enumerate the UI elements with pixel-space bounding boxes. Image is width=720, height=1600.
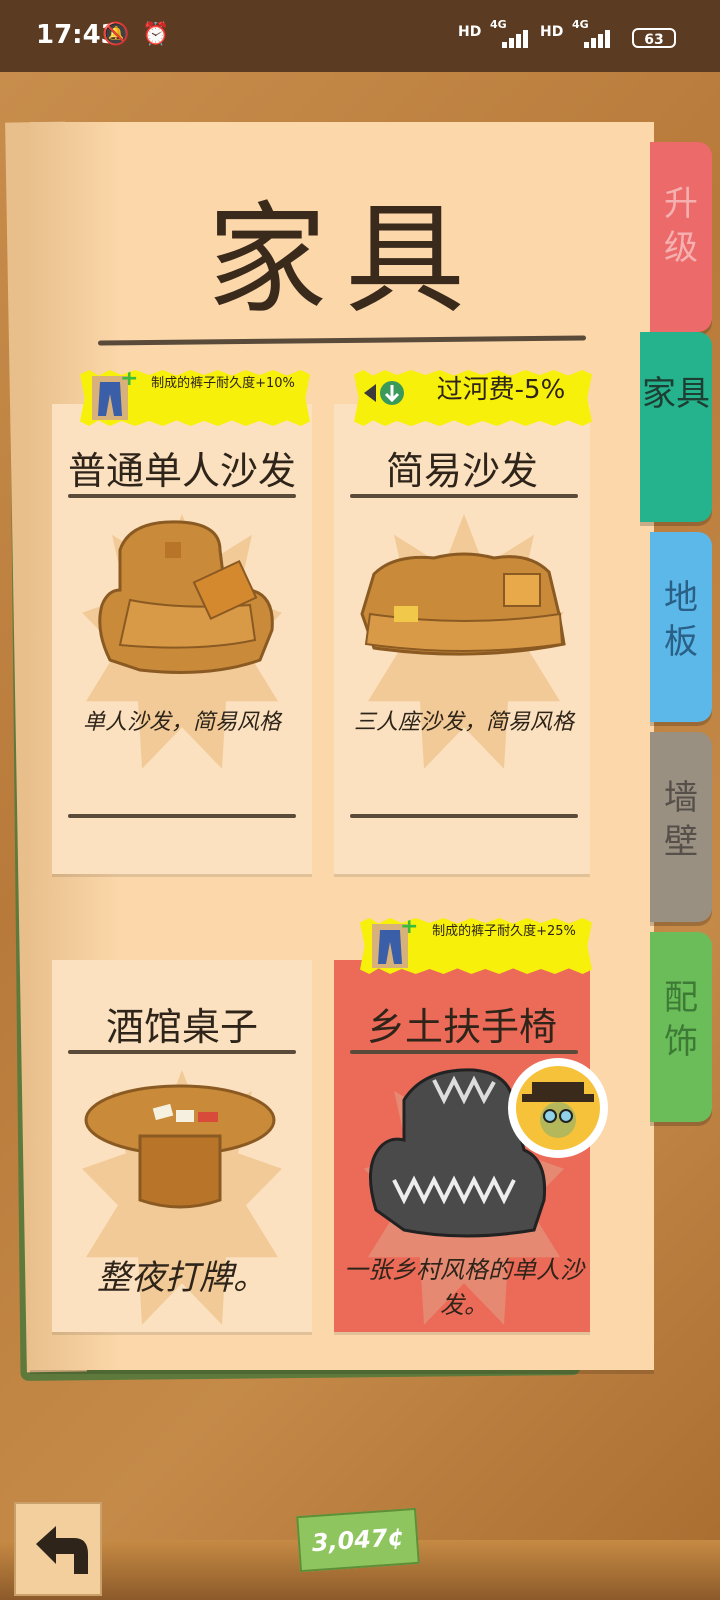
mute-icon: 🔕 — [102, 22, 130, 47]
armchair-image — [98, 520, 274, 674]
tab-label: 墙壁 — [664, 778, 698, 862]
badge-text: 制成的裤子耐久度+10% — [151, 376, 295, 391]
card-title: 乡土扶手椅 — [366, 1005, 557, 1049]
back-arrow-icon — [36, 1526, 88, 1574]
card-title-underline — [350, 1050, 578, 1054]
card-title-underline — [68, 1050, 296, 1054]
tab-decor[interactable]: 配饰 — [650, 932, 712, 1122]
tab-label: 地板 — [664, 578, 698, 662]
signal-icon-2 — [584, 30, 610, 48]
hd-label-2: HD — [540, 24, 564, 40]
card-title: 简易沙发 — [385, 449, 538, 493]
card-bottom-line — [68, 814, 296, 818]
tab-upgrade[interactable]: 升级 — [650, 142, 712, 332]
signal-icon-1 — [502, 30, 528, 48]
furniture-card-1[interactable]: 普通单人沙发 单人沙发，简易风格 — [52, 404, 312, 874]
badge-text: 制成的裤子耐久度+25% — [432, 924, 576, 939]
card-title-underline — [68, 494, 296, 498]
card-description: 一张乡村风格的单人沙发。 — [344, 1256, 584, 1319]
alarm-icon: ⏰ — [142, 22, 170, 47]
tab-label: 升级 — [664, 184, 698, 268]
hd-label-1: HD — [458, 24, 482, 40]
card-description: 单人沙发，简易风格 — [82, 710, 281, 735]
card-bottom-line — [350, 814, 578, 818]
tavern-table-image — [84, 1084, 276, 1209]
bonus-badge-2: 过河费-5% — [354, 370, 592, 426]
card-title: 普通单人沙发 — [67, 449, 296, 493]
badge-text: 过河费-5% — [436, 375, 566, 405]
furniture-card-3[interactable]: 酒馆桌子 整夜打牌。 — [52, 960, 312, 1332]
furniture-card-2[interactable]: 简易沙发 三人座沙发，简易风格 — [334, 404, 590, 874]
tab-furniture[interactable]: 家具 — [640, 332, 712, 522]
battery-indicator: 63 — [632, 28, 676, 48]
tab-label: 家具 — [642, 374, 710, 414]
status-bar: 17:43 🔕 ⏰ HD 4G HD 4G 63 — [0, 0, 720, 72]
page-title: 家具 — [207, 191, 483, 330]
card-description: 三人座沙发，简易风格 — [353, 710, 574, 735]
tab-floor[interactable]: 地板 — [650, 532, 712, 722]
sofa-image — [360, 552, 566, 656]
character-avatar-icon[interactable] — [506, 1056, 610, 1160]
money-display: 3,047¢ — [296, 1507, 420, 1573]
toll-down-icon — [364, 381, 404, 405]
card-title: 酒馆桌子 — [105, 1005, 258, 1049]
card-description: 整夜打牌。 — [97, 1258, 267, 1298]
back-button[interactable] — [14, 1502, 102, 1596]
bonus-badge-4: + 制成的裤子耐久度+25% — [360, 918, 592, 974]
tab-wall[interactable]: 墙壁 — [650, 732, 712, 922]
bonus-badge-1: + 制成的裤子耐久度+10% — [80, 370, 310, 426]
tab-label: 配饰 — [664, 978, 698, 1062]
card-title-underline — [350, 494, 578, 498]
